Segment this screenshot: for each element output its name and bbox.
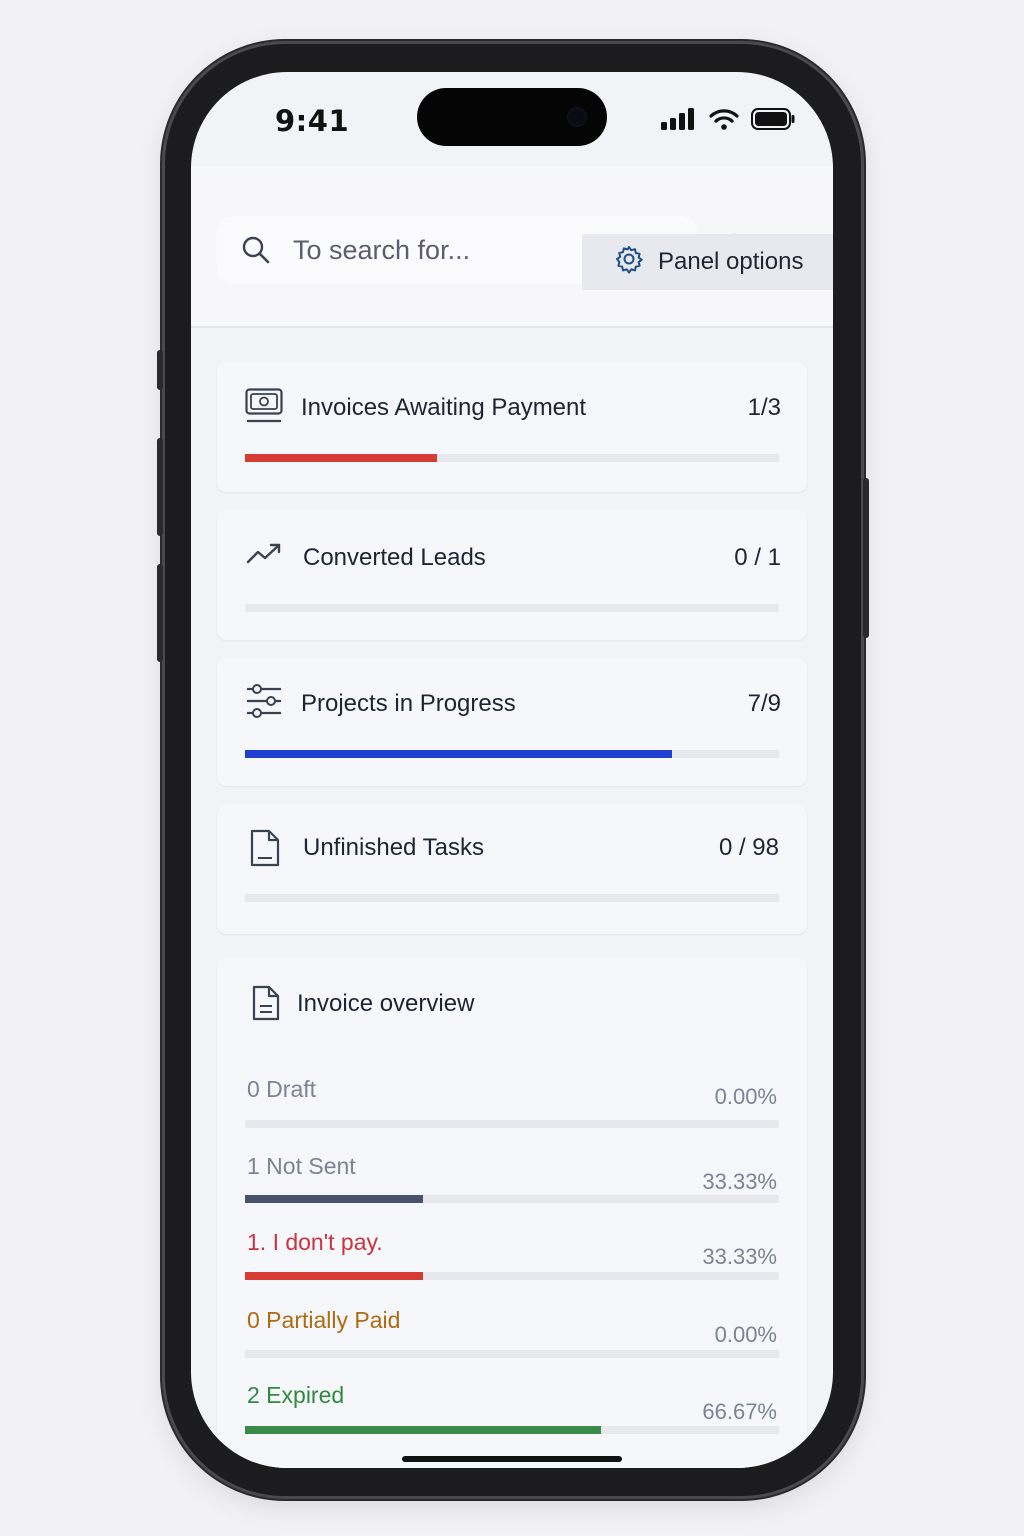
divider: [191, 326, 833, 328]
overview-fill: [245, 1426, 602, 1434]
sliders-icon: [245, 682, 283, 725]
overview-track: [245, 1350, 779, 1358]
progress-track: [245, 604, 779, 612]
overview-fill: [245, 1272, 423, 1280]
stat-card-unfinished-tasks[interactable]: Unfinished Tasks 0 / 98: [217, 804, 807, 934]
battery-icon: [751, 108, 795, 135]
search-icon: [241, 235, 271, 265]
overview-row-label: 0 Draft: [247, 1076, 317, 1102]
stat-title: Projects in Progress: [301, 690, 516, 717]
progress-track: [245, 750, 779, 758]
overview-row-percent: 33.33%: [702, 1244, 777, 1269]
progress-track: [245, 454, 779, 462]
overview-row-label: 1. I don't pay.: [247, 1229, 383, 1255]
file-icon: [249, 828, 281, 873]
overview-row-percent: 66.67%: [702, 1399, 777, 1424]
panel-options-label: Panel options: [658, 248, 804, 275]
overview-row-percent: 0.00%: [714, 1084, 777, 1109]
home-indicator[interactable]: [402, 1456, 622, 1462]
invoice-icon: [251, 984, 281, 1027]
overview-row-label: 1 Not Sent: [247, 1153, 356, 1179]
progress-fill: [245, 750, 673, 758]
overview-track: [245, 1272, 779, 1280]
side-button: [157, 350, 163, 390]
signal-icon: [661, 108, 697, 135]
status-time: 9:41: [275, 104, 350, 138]
wifi-icon: [709, 108, 739, 135]
camera: [567, 107, 587, 127]
stat-title: Invoices Awaiting Payment: [301, 394, 587, 421]
invoice-overview-title: Invoice overview: [297, 990, 475, 1017]
stat-card-invoices-awaiting[interactable]: Invoices Awaiting Payment 1/3: [217, 362, 807, 492]
stat-card-projects-in-progress[interactable]: Projects in Progress 7/9: [217, 658, 807, 786]
overview-row-percent: 0.00%: [714, 1322, 777, 1347]
stat-count: 1/3: [747, 394, 781, 421]
money-icon: [245, 388, 283, 429]
phone-frame: 9:41 Panel options: [157, 44, 869, 1496]
overview-row-label: 2 Expired: [247, 1382, 345, 1408]
stat-count: 0 / 1: [734, 544, 781, 571]
overview-row-percent: 33.33%: [702, 1169, 777, 1194]
screen: 9:41 Panel options: [191, 72, 833, 1468]
overview-track: [245, 1120, 779, 1128]
dynamic-island: [417, 88, 607, 146]
overview-row-label: 0 Partially Paid: [247, 1307, 401, 1333]
stat-count: 0 / 98: [718, 834, 779, 861]
overview-track: [245, 1426, 779, 1434]
progress-fill: [245, 454, 438, 462]
power-button: [863, 478, 869, 638]
volume-up-button: [157, 438, 163, 536]
stat-card-converted-leads[interactable]: Converted Leads 0 / 1: [217, 510, 807, 640]
stat-count: 7/9: [747, 690, 781, 717]
stat-title: Unfinished Tasks: [303, 834, 484, 861]
invoice-overview-card: Invoice overview 0 Draft 0.00% 1 Not Sen…: [217, 958, 807, 1468]
overview-track: [245, 1195, 779, 1203]
status-icons: [661, 108, 795, 135]
overview-fill: [245, 1195, 423, 1203]
trending-up-icon: [245, 540, 285, 573]
stat-title: Converted Leads: [303, 544, 486, 571]
gear-icon: [614, 244, 644, 281]
panel-options-button[interactable]: Panel options: [582, 234, 833, 290]
volume-down-button: [157, 564, 163, 662]
progress-track: [245, 894, 779, 902]
